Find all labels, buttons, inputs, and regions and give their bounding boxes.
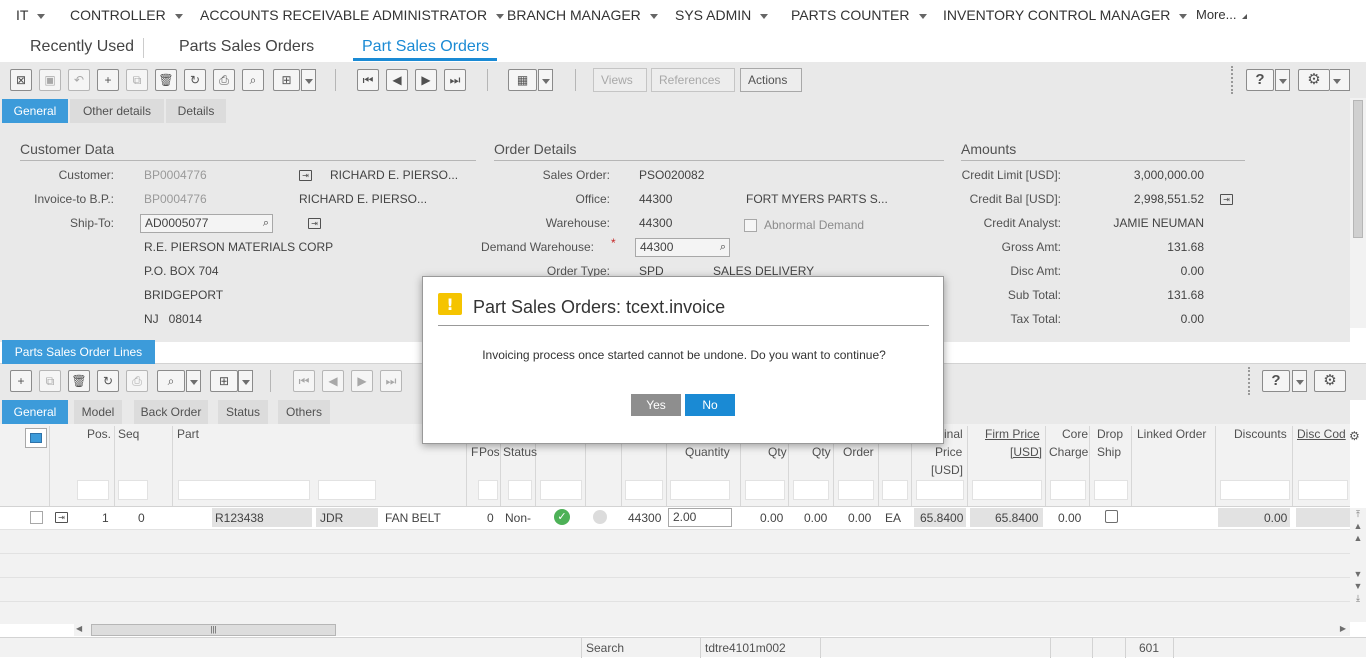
tab-part-sales-orders[interactable]: Part Sales Orders <box>362 38 489 56</box>
nav-item-more[interactable]: More... <box>1196 7 1248 22</box>
active-tab-underline <box>353 58 497 61</box>
tab-recently-used[interactable]: Recently Used <box>30 38 134 56</box>
chevron-down-icon <box>174 13 183 19</box>
nav-item-controller[interactable]: CONTROLLER <box>70 7 183 23</box>
chevron-down-icon <box>649 13 658 19</box>
dialog-message: Invoicing process once started cannot be… <box>482 348 886 362</box>
chevron-down-icon <box>496 13 505 19</box>
yes-button[interactable]: Yes <box>631 394 681 416</box>
warning-icon: ! <box>438 293 462 315</box>
chevron-down-icon <box>37 13 46 19</box>
chevron-down-icon <box>918 13 927 19</box>
nav-item-inventory-control[interactable]: INVENTORY CONTROL MANAGER <box>943 7 1188 23</box>
top-navigation: IT CONTROLLER ACCOUNTS RECEIVABLE ADMINI… <box>0 0 1366 32</box>
nav-item-it[interactable]: IT <box>16 7 46 23</box>
no-button[interactable]: No <box>685 394 735 416</box>
chevron-down-icon <box>1179 13 1188 19</box>
nav-item-branch-manager[interactable]: BRANCH MANAGER <box>507 7 658 23</box>
confirm-dialog: ! Part Sales Orders: tcext.invoice Invoi… <box>422 276 944 444</box>
dialog-title: Part Sales Orders: tcext.invoice <box>473 297 726 317</box>
chevron-down-icon <box>760 13 769 19</box>
tab-parts-sales-orders[interactable]: Parts Sales Orders <box>179 38 314 56</box>
nav-item-parts-counter[interactable]: PARTS COUNTER <box>791 7 927 23</box>
nav-item-sys-admin[interactable]: SYS ADMIN <box>675 7 769 23</box>
nav-item-ar-admin[interactable]: ACCOUNTS RECEIVABLE ADMINISTRATOR <box>200 7 505 23</box>
svg-text:!: ! <box>446 295 453 314</box>
more-triangle-icon <box>1242 14 1248 19</box>
dialog-title-divider <box>438 325 929 326</box>
tab-divider <box>143 38 144 58</box>
